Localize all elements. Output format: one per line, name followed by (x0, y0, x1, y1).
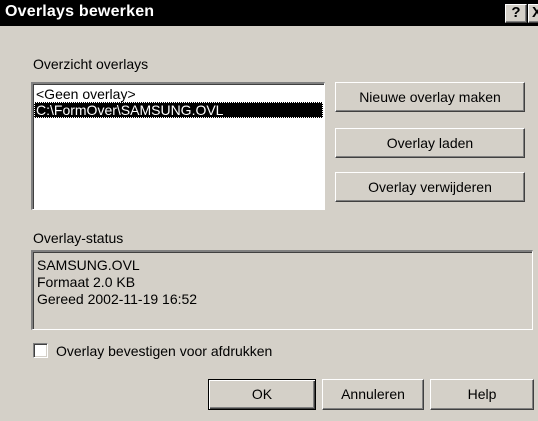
new-overlay-button[interactable]: Nieuwe overlay maken (335, 82, 525, 112)
status-size: Formaat 2.0 KB (37, 274, 136, 290)
load-overlay-button[interactable]: Overlay laden (335, 128, 525, 158)
confirm-checkbox-label[interactable]: Overlay bevestigen voor afdrukken (56, 343, 272, 359)
status-box: SAMSUNG.OVL Formaat 2.0 KB Gereed 2002-1… (31, 250, 533, 330)
list-item-no-overlay[interactable]: <Geen overlay> (34, 86, 323, 102)
confirm-checkbox[interactable] (33, 343, 48, 358)
overlays-dialog: Overlays bewerken ? X Overzicht overlays… (0, 0, 538, 421)
help-caption-button[interactable]: ? (505, 4, 527, 23)
help-button[interactable]: Help (430, 379, 534, 410)
title-bar[interactable]: Overlays bewerken ? X (0, 0, 538, 26)
cancel-button[interactable]: Annuleren (322, 379, 424, 410)
close-button[interactable]: X (528, 4, 538, 23)
question-icon: ? (511, 4, 521, 21)
close-icon: X (532, 5, 538, 21)
overview-label: Overzicht overlays (33, 56, 149, 72)
status-label: Overlay-status (33, 230, 124, 246)
window-title: Overlays bewerken (5, 3, 155, 20)
overlay-listbox[interactable]: <Geen overlay> C:\FormOver\SAMSUNG.OVL (31, 82, 325, 210)
ok-button[interactable]: OK (208, 379, 316, 410)
list-item-samsung-ovl[interactable]: C:\FormOver\SAMSUNG.OVL (34, 102, 323, 118)
status-date: Gereed 2002-11-19 16:52 (37, 291, 198, 307)
status-filename: SAMSUNG.OVL (37, 257, 140, 273)
delete-overlay-button[interactable]: Overlay verwijderen (335, 172, 525, 202)
